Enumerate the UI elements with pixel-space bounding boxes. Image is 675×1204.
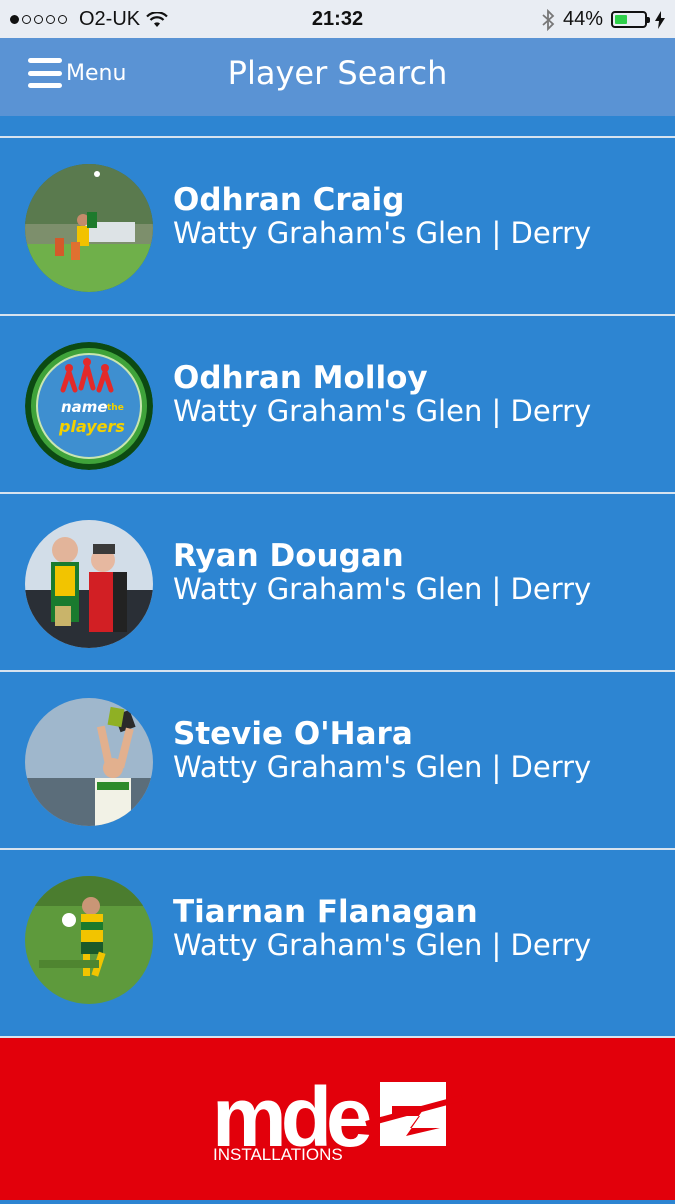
player-name: Tiarnan Flanagan [173, 894, 478, 930]
player-row[interactable]: Odhran Craig Watty Graham's Glen | Derry [0, 136, 675, 314]
player-photo-placeholder: name the players [25, 342, 153, 470]
placeholder-logo-text: players [58, 417, 125, 436]
player-photo [25, 698, 153, 826]
nav-bar: Menu Player Search [0, 38, 675, 116]
player-row[interactable]: Tiarnan Flanagan Watty Graham's Glen | D… [0, 848, 675, 1026]
player-row[interactable]: Ryan Dougan Watty Graham's Glen | Derry [0, 492, 675, 670]
bluetooth-icon [542, 8, 555, 31]
player-club: Watty Graham's Glen | Derry [173, 216, 592, 250]
placeholder-logo-text: the [107, 403, 124, 413]
player-name: Ryan Dougan [173, 538, 404, 574]
player-club: Watty Graham's Glen | Derry [173, 394, 592, 428]
battery-icon [611, 11, 650, 28]
player-photo [25, 164, 153, 292]
player-club: Watty Graham's Glen | Derry [173, 750, 592, 784]
player-row[interactable]: name the players Odhran Molloy Watty Gra… [0, 314, 675, 492]
player-name: Stevie O'Hara [173, 716, 413, 752]
player-club: Watty Graham's Glen | Derry [173, 572, 592, 606]
svg-text:INSTALLATIONS: INSTALLATIONS [213, 1145, 343, 1164]
player-list: Odhran Craig Watty Graham's Glen | Derry… [0, 136, 675, 1026]
placeholder-logo-text: name [61, 398, 108, 416]
status-bar: O2-UK 21:32 44% [0, 0, 675, 38]
sponsor-banner[interactable]: mde INSTALLATIONS [0, 1036, 675, 1200]
player-photo [25, 520, 153, 648]
charging-bolt-icon [655, 10, 665, 29]
page-title: Player Search [227, 54, 448, 92]
player-name: Odhran Molloy [173, 360, 428, 396]
player-row[interactable]: Stevie O'Hara Watty Graham's Glen | Derr… [0, 670, 675, 848]
sponsor-logo: mde INSTALLATIONS [212, 1070, 463, 1164]
status-right: 44% [541, 8, 665, 31]
player-photo [25, 876, 153, 1004]
battery-percent: 44% [562, 8, 603, 30]
player-name: Odhran Craig [173, 182, 405, 218]
sponsor-bolt-icon [365, 1082, 463, 1146]
player-club: Watty Graham's Glen | Derry [173, 928, 592, 962]
